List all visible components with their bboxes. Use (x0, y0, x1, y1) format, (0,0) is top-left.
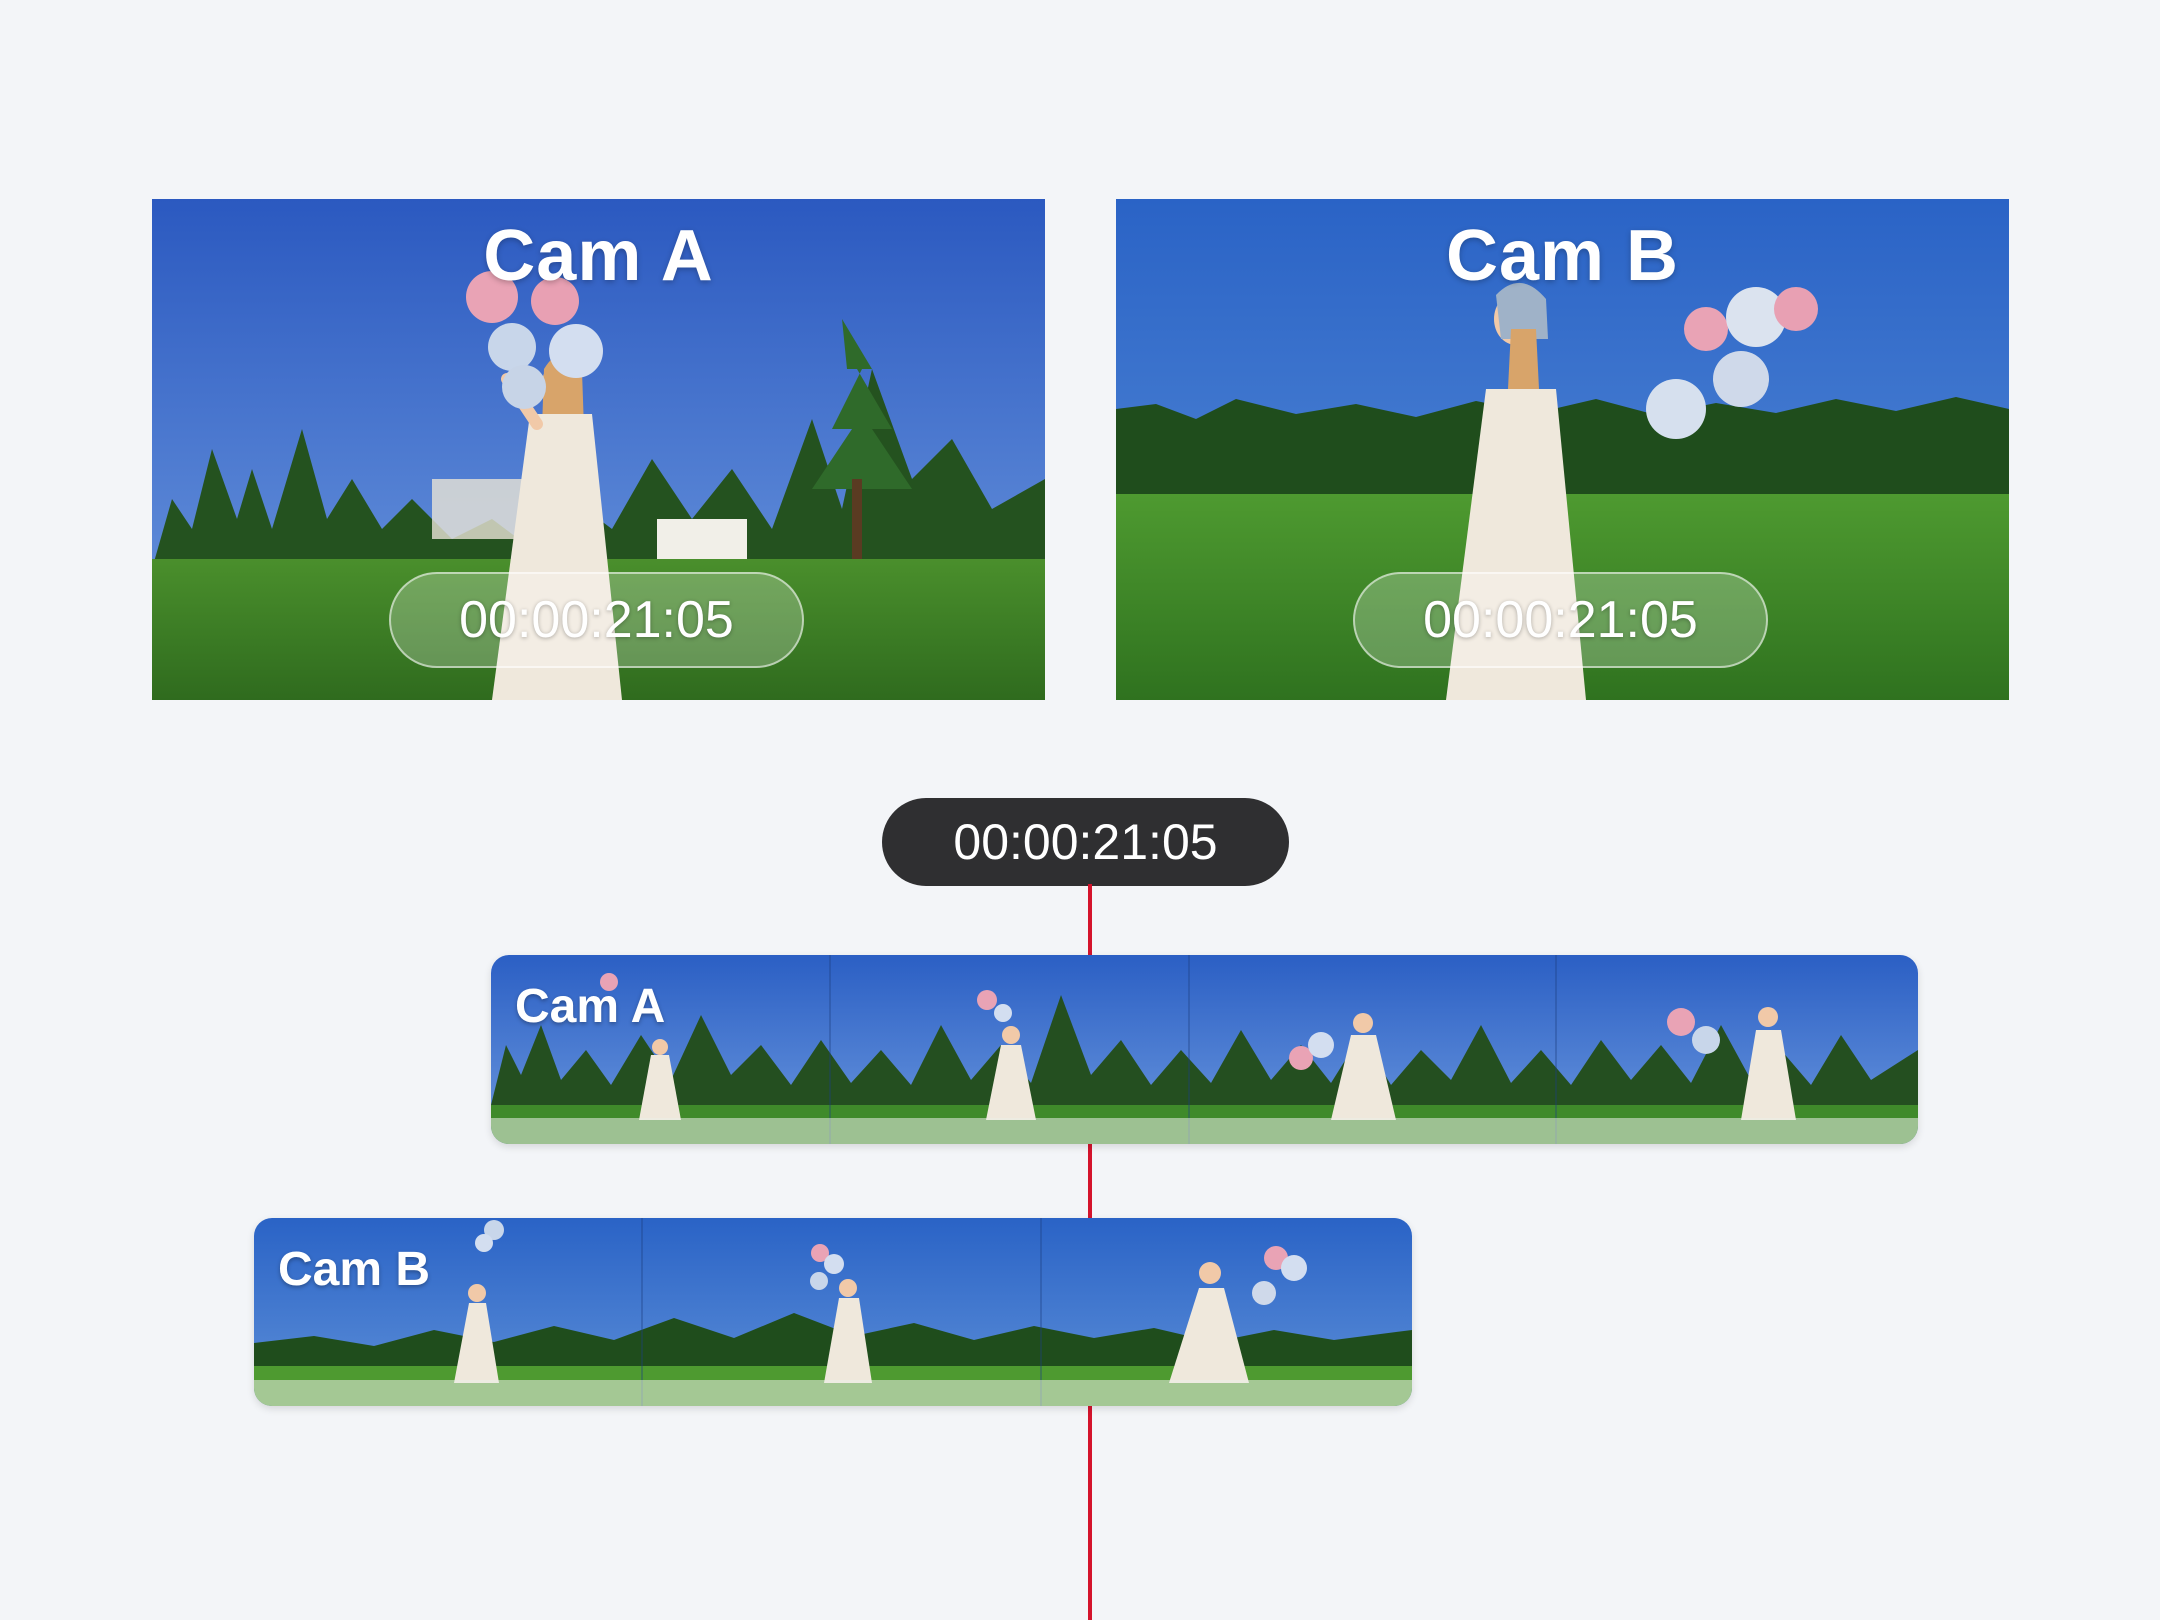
cam-a-clip-thumbnails (491, 955, 1918, 1144)
playhead-timecode[interactable]: 00:00:21:05 (882, 798, 1289, 886)
timeline-clip-cam-a[interactable]: Cam A (491, 955, 1918, 1144)
audio-waveform (254, 1380, 1412, 1406)
cam-b-clip-label: Cam B (278, 1243, 431, 1296)
audio-waveform (491, 1118, 1918, 1144)
cam-b-timecode: 00:00:21:05 (1353, 572, 1768, 668)
timeline-clip-cam-b[interactable]: Cam B (254, 1218, 1412, 1406)
cam-a-clip-label: Cam A (515, 980, 666, 1033)
cam-b-preview[interactable]: Cam B 00:00:21:05 (1116, 199, 2009, 700)
cam-a-title: Cam A (483, 216, 714, 296)
cam-b-title: Cam B (1445, 216, 1680, 296)
cam-a-preview[interactable]: Cam A 00:00:21:05 (152, 199, 1045, 700)
cam-a-timecode: 00:00:21:05 (389, 572, 804, 668)
